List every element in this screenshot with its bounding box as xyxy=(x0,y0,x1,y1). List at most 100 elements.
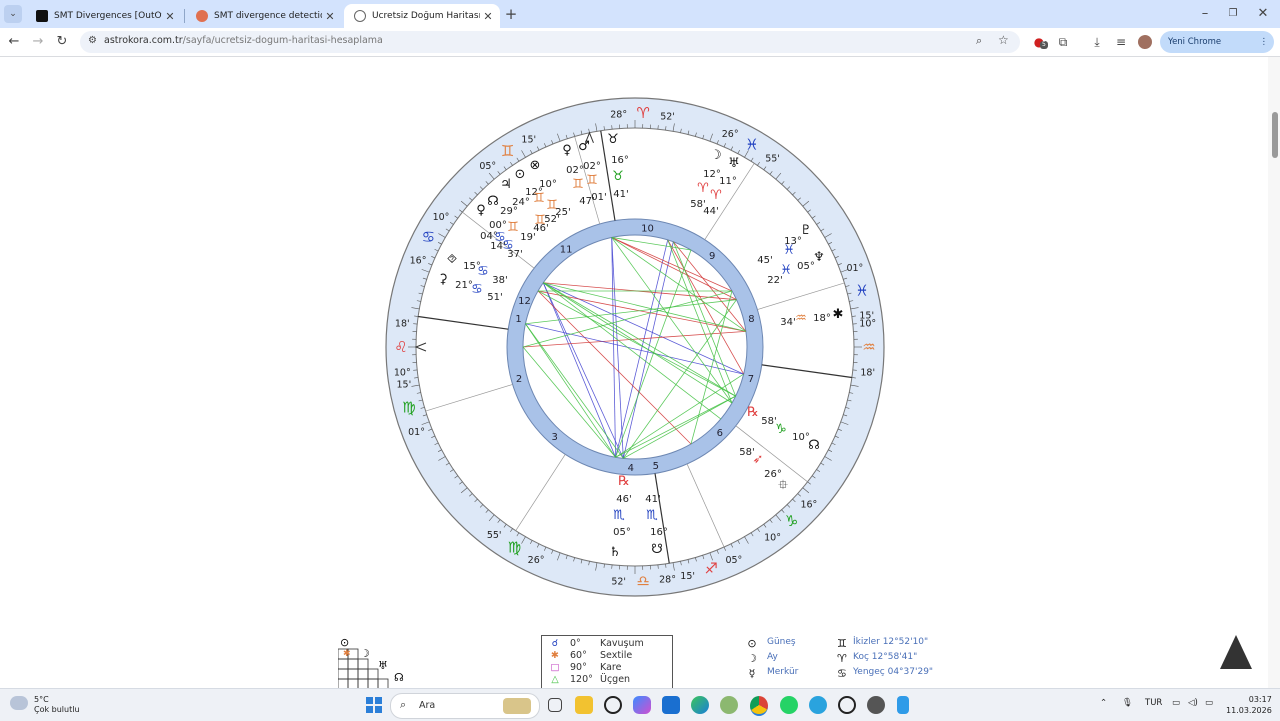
tab-smt-divergences[interactable]: SMT Divergences [OutOfOption ✕ xyxy=(26,4,182,28)
gemini-icon: ♊ xyxy=(837,637,849,650)
planet-position: Yengeç 04°37'29" xyxy=(853,667,933,677)
volume-icon[interactable]: ◁) xyxy=(1188,698,1198,708)
new-tab-button[interactable]: + xyxy=(502,5,520,23)
copilot-icon[interactable] xyxy=(633,696,651,714)
planet-glyph-icon: ℞ xyxy=(747,405,759,420)
tab-dogum-haritasi[interactable]: Ücretsiz Doğum Haritası Hesap ✕ xyxy=(344,4,500,28)
microphone-icon[interactable]: 🎙︎ xyxy=(1122,698,1133,708)
reading-list-icon[interactable]: ≡ xyxy=(1112,33,1130,51)
notes-icon[interactable] xyxy=(897,696,909,714)
planet-glyph-icon: ☊ xyxy=(487,194,499,209)
chevron-up-icon[interactable]: ⌃ xyxy=(1100,698,1107,708)
download-icon[interactable]: ⤓ xyxy=(1088,33,1106,51)
restore-button[interactable]: ❐ xyxy=(1224,5,1242,23)
sign-degree: 01° xyxy=(408,427,425,438)
extension-badge: 5 xyxy=(1040,41,1048,49)
house-number-4: 4 xyxy=(628,463,634,474)
sign-minute: 10° xyxy=(764,532,781,543)
extension-icon[interactable]: ●5 xyxy=(1030,33,1048,51)
house-number-1: 1 xyxy=(515,314,521,325)
system-clock[interactable]: 03:1711.03.2026 xyxy=(1226,694,1272,716)
planet-degree-label: 44' xyxy=(703,206,718,217)
clock-date: 11.03.2026 xyxy=(1226,705,1272,716)
aspect-grid-node-icon: ☊ xyxy=(394,671,404,684)
outlook-icon[interactable] xyxy=(662,696,680,714)
media-player-icon[interactable] xyxy=(838,696,856,714)
planet-row: ⊙Güneş♊İkizler 12°52'10" xyxy=(745,637,945,652)
legend-row: □90°Kare xyxy=(542,662,672,674)
language-indicator[interactable]: TUR xyxy=(1145,698,1162,708)
extensions-puzzle-icon[interactable]: ⧉ xyxy=(1054,33,1072,51)
sign-degree: 26° xyxy=(528,555,545,566)
planet-degree-label: 14' xyxy=(490,241,505,252)
back-button[interactable]: ← xyxy=(5,33,23,51)
start-button[interactable] xyxy=(366,697,382,713)
close-icon[interactable]: ✕ xyxy=(480,10,496,23)
scroll-to-top-button[interactable] xyxy=(1220,635,1252,669)
chatgpt-icon[interactable] xyxy=(604,696,622,714)
sign-degree: 05° xyxy=(479,161,496,172)
file-explorer-icon[interactable] xyxy=(575,696,593,714)
planet-glyph-icon: ♊ xyxy=(586,173,598,188)
close-icon[interactable]: ✕ xyxy=(322,10,338,23)
planet-name: Güneş xyxy=(767,637,796,647)
sign-minute: 55' xyxy=(487,530,502,541)
sign-minute: 18' xyxy=(860,367,875,378)
whatsapp-icon[interactable] xyxy=(780,696,798,714)
bookmark-star-icon[interactable]: ☆ xyxy=(998,33,1009,47)
legend-row: △120°Üçgen xyxy=(542,674,672,686)
zodiac-sign-icon: ♍ xyxy=(402,399,415,417)
tab-smt-detection[interactable]: SMT divergence detection ve n ✕ xyxy=(186,4,342,28)
tab-search-button[interactable]: ⌄ xyxy=(4,5,22,23)
planet-glyph-icon: ⊗ xyxy=(530,158,541,173)
house-number-6: 6 xyxy=(717,428,723,439)
planet-degree-label: 37' xyxy=(507,249,522,260)
display-icon[interactable]: ▭ xyxy=(1172,698,1180,708)
scrollbar-thumb[interactable] xyxy=(1272,112,1278,158)
edge-icon[interactable] xyxy=(691,696,709,714)
chrome-icon[interactable] xyxy=(750,696,768,716)
sign-minute: 10° xyxy=(433,212,450,223)
taskbar-search[interactable]: ⌕ Ara xyxy=(390,693,540,719)
planet-degree-label: 58' xyxy=(761,416,776,427)
sign-minute: 55' xyxy=(765,154,780,165)
sign-minute: 15' xyxy=(680,571,695,582)
close-icon[interactable]: ✕ xyxy=(162,10,178,23)
sign-degree: 26° xyxy=(722,129,739,140)
chrome-update-button[interactable]: Yeni Chrome kullanılabilir⋮ xyxy=(1160,31,1274,53)
aspect-legend: ☌0°Kavuşum ✱60°Sextile □90°Kare △120°Üçg… xyxy=(541,635,673,688)
planet-glyph-icon: ♀ xyxy=(476,203,486,218)
reload-button[interactable]: ↻ xyxy=(53,33,71,51)
planet-glyph-icon: ⊙ xyxy=(515,167,526,182)
legend-name: Kavuşum xyxy=(600,638,644,649)
house-number-8: 8 xyxy=(748,314,754,325)
planet-degree-label: 22' xyxy=(767,275,782,286)
close-window-button[interactable]: ✕ xyxy=(1254,5,1272,23)
telegram-icon[interactable] xyxy=(809,696,827,714)
menu-kebab-icon[interactable]: ⋮ xyxy=(1260,31,1269,53)
planet-degree-label: 45' xyxy=(757,255,772,266)
url-host: astrokora.com.tr xyxy=(104,35,183,46)
sign-minute: 52' xyxy=(611,576,626,587)
app-icon[interactable] xyxy=(867,696,885,714)
planet-degree-label: 01' xyxy=(591,192,606,203)
url-path: /sayfa/ucretsiz-dogum-haritasi-hesaplama xyxy=(183,35,383,46)
house-number-2: 2 xyxy=(516,374,522,385)
planet-degree-label: 16° xyxy=(650,527,668,538)
task-view-icon[interactable] xyxy=(548,698,562,712)
forward-button[interactable]: → xyxy=(29,33,47,51)
site-info-icon[interactable]: ⚙ xyxy=(88,35,97,46)
planet-glyph-icon: ♑ xyxy=(775,422,787,437)
weather-icon[interactable] xyxy=(10,696,28,710)
minimize-button[interactable]: – xyxy=(1196,5,1214,23)
app-icon[interactable] xyxy=(720,696,738,714)
weather-widget[interactable]: 5°CÇok bulutlu xyxy=(34,695,80,715)
profile-avatar[interactable] xyxy=(1136,33,1154,51)
battery-icon[interactable]: ▭ xyxy=(1205,698,1213,708)
planet-degree-label: 02° xyxy=(566,165,584,176)
conjunction-icon: ☌ xyxy=(548,638,562,649)
legend-name: Üçgen xyxy=(600,674,630,685)
planet-glyph-icon: ♄ xyxy=(609,545,621,560)
address-bar[interactable]: ⚙ astrokora.com.tr/sayfa/ucretsiz-dogum-… xyxy=(80,31,1020,53)
zoom-icon[interactable]: ⌕ xyxy=(976,34,982,48)
